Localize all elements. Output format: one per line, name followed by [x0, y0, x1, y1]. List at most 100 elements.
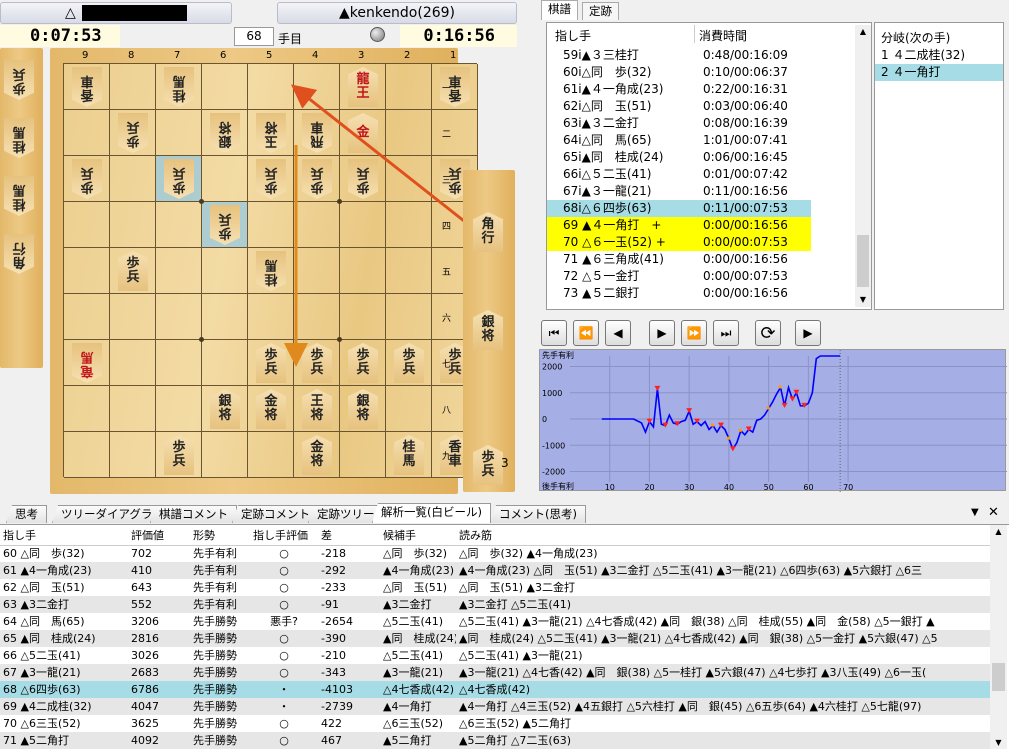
analysis-row[interactable]: 65 ▲同 桂成(24) 2816 先手勝勢 ○ -390 ▲同 桂成(24) ▲同 桂成(…: [0, 630, 990, 647]
kifu-row[interactable]: 65i▲同 桂成(24) 0:06/00:16:45: [547, 149, 811, 166]
graph-x-tick: 20: [644, 483, 654, 492]
tab-kifu[interactable]: 棋譜: [541, 0, 578, 20]
shogi-piece[interactable]: 歩兵: [4, 60, 34, 100]
analysis-row[interactable]: 64 △同 馬(65) 3206 先手勝勢 悪手? -2654 △5二玉(41) △5二玉(…: [0, 613, 990, 630]
analysis-row[interactable]: 67 ▲3一龍(21) 2683 先手勝勢 ○ -343 ▲3一龍(21) ▲3一龍(21)…: [0, 664, 990, 681]
analysis-col-header[interactable]: 評価値: [128, 525, 190, 546]
analysis-row[interactable]: 69 ▲4二成桂(32) 4047 先手勝勢 ・ -2739 ▲4一角打 ▲4一角打 △4三…: [0, 698, 990, 715]
scroll-down-icon[interactable]: ▼: [990, 736, 1007, 749]
shogi-piece[interactable]: 角行: [473, 212, 503, 252]
analysis-col-header[interactable]: 読み筋: [456, 525, 990, 546]
bottom-tab[interactable]: 思考: [6, 505, 47, 523]
analysis-table[interactable]: 指し手 評価値 形勢 指し手評価差候補手 読み筋 60 △同 歩(32) 702 先手有利 ○…: [0, 525, 990, 749]
kifu-move: 73 ▲５二銀打: [563, 286, 640, 300]
kifu-row[interactable]: 61i▲４一角成(23) 0:22/00:16:31: [547, 81, 811, 98]
kifu-row[interactable]: 67i▲３一龍(21) 0:11/00:16:56: [547, 183, 811, 200]
bottom-tab[interactable]: 解析一覧(白ビール): [372, 503, 491, 523]
prev-move-button[interactable]: ◀: [605, 320, 631, 346]
analysis-row[interactable]: 66 △5二玉(41) 3026 先手勝勢 ○ -210 △5二玉(41) △5二玉(41)…: [0, 647, 990, 664]
kifu-row[interactable]: 63i▲３二金打 0:08/00:16:39: [547, 115, 811, 132]
scroll-thumb[interactable]: [857, 235, 869, 287]
piece-glyph: 将: [481, 329, 495, 344]
bottom-tab[interactable]: コメント(思考): [490, 505, 586, 523]
analysis-cell: 先手有利: [193, 546, 237, 560]
analysis-row[interactable]: 60 △同 歩(32) 702 先手有利 ○ -218 △同 歩(32) △同 歩(32) …: [0, 545, 990, 562]
forward-button[interactable]: ⏩: [681, 320, 707, 346]
analysis-row[interactable]: 68 △6四歩(63) 6786 先手勝勢 ・ -4103 △4七香成(42) △4七香成(…: [0, 681, 990, 698]
kifu-row[interactable]: 59i▲３三桂打 0:48/00:16:09: [547, 47, 811, 64]
shogi-piece[interactable]: 歩兵: [473, 445, 503, 485]
eval-point-marker: [646, 418, 653, 424]
next-move-button[interactable]: ▶: [649, 320, 675, 346]
kifu-time: 1:01/00:07:41: [703, 133, 788, 147]
rewind-button[interactable]: ⏪: [573, 320, 599, 346]
analysis-cell: ○: [279, 648, 289, 662]
shogi-piece[interactable]: 銀将: [473, 310, 503, 350]
kifu-row[interactable]: 73 ▲５二銀打 0:00/00:16:56: [547, 285, 811, 302]
kifu-row[interactable]: 68i△６四歩(63) 0:11/00:07:53: [547, 200, 811, 217]
kifu-move: 66i△５二玉(41): [563, 167, 652, 181]
kifu-row[interactable]: 66i△５二玉(41) 0:01/00:07:42: [547, 166, 811, 183]
kifu-row[interactable]: 69 ▲４一角打 + 0:00/00:16:56: [547, 217, 811, 234]
scroll-up-icon[interactable]: ▲: [990, 525, 1007, 539]
kifu-scrollbar[interactable]: ▲ ▼: [855, 25, 871, 307]
shogi-piece[interactable]: 桂馬: [4, 118, 34, 158]
analysis-cell: 643: [131, 580, 152, 594]
analysis-col-header[interactable]: 差: [318, 525, 380, 546]
shogi-piece[interactable]: 桂馬: [4, 176, 34, 216]
play-button[interactable]: ▶: [795, 320, 821, 346]
kifu-move: 62i△同 玉(51): [563, 99, 652, 113]
kifu-list[interactable]: 指し手 消費時間 59i▲３三桂打 0:48/00:16:09 60i△同 歩(32…: [546, 22, 872, 310]
hand-count: 3: [501, 456, 509, 470]
analysis-cell: ▲5二角打 △7二玉(63): [459, 733, 571, 747]
analysis-cell: 68 △6四歩(63): [3, 682, 81, 696]
scroll-thumb[interactable]: [992, 663, 1005, 691]
kifu-row[interactable]: 71 ▲６三角成(41) 0:00/00:16:56: [547, 251, 811, 268]
analysis-col-header[interactable]: 候補手: [380, 525, 456, 546]
kifu-move: 65i▲同 桂成(24): [563, 150, 664, 164]
shogi-piece[interactable]: 角行: [4, 234, 34, 274]
bottom-tab[interactable]: 定跡コメント: [232, 505, 319, 523]
bottom-tab[interactable]: 棋譜コメント: [150, 505, 237, 523]
analysis-row[interactable]: 61 ▲4一角成(23) 410 先手有利 ○ -292 ▲4一角成(23) ▲4一角成(2…: [0, 562, 990, 579]
move-arrows: [284, 84, 479, 367]
kifu-row[interactable]: 70 △６一玉(52) + 0:00/00:07:53: [547, 234, 811, 251]
branch-item[interactable]: 2 ４一角打: [875, 64, 1003, 81]
last-move-button[interactable]: ⏭: [713, 320, 739, 346]
kifu-move: 59i▲３三桂打: [563, 48, 639, 62]
analysis-row[interactable]: 62 △同 玉(51) 643 先手有利 ○ -233 △同 玉(51) △同 玉(51) …: [0, 579, 990, 596]
analysis-row[interactable]: 71 ▲5二角打 4092 先手勝勢 ○ 467 ▲5二角打 ▲5二角打 △7二玉(63): [0, 732, 990, 749]
dropdown-icon[interactable]: ▼: [971, 507, 979, 518]
kifu-row[interactable]: 62i△同 玉(51) 0:03/00:06:40: [547, 98, 811, 115]
first-move-button[interactable]: ⏮: [541, 320, 567, 346]
scroll-up-icon[interactable]: ▲: [855, 25, 871, 39]
kifu-move: 69 ▲４一角打 +: [563, 218, 662, 232]
graph-x-tick: 30: [684, 483, 694, 492]
analysis-cell: ▲4一角打 △4三玉(52) ▲4五銀打 △5六桂打 ▲同 銀(45) △6五歩…: [459, 699, 922, 713]
analysis-col-header[interactable]: 指し手評価: [250, 525, 318, 546]
kifu-row[interactable]: 64i△同 馬(65) 1:01/00:07:41: [547, 132, 811, 149]
kifu-row[interactable]: 72 △５一金打 0:00/00:07:53: [547, 268, 811, 285]
kifu-time: 0:11/00:07:53: [703, 201, 788, 215]
analysis-cell: -4103: [321, 682, 353, 696]
analysis-col-header[interactable]: 指し手: [0, 525, 128, 546]
branch-item[interactable]: 1 ４二成桂(32): [875, 47, 1003, 64]
flip-board-button[interactable]: ⟳: [755, 320, 781, 346]
analysis-col-header[interactable]: 形勢: [190, 525, 250, 546]
close-icon[interactable]: ✕: [988, 505, 999, 520]
bottom-tab[interactable]: 定跡ツリー: [308, 505, 384, 523]
analysis-row[interactable]: 63 ▲3二金打 552 先手有利 ○ -91 ▲3二金打 ▲3二金打 △5二玉(41): [0, 596, 990, 613]
analysis-scrollbar[interactable]: ▲ ▼: [990, 525, 1007, 749]
analysis-row[interactable]: 70 △6三玉(52) 3625 先手勝勢 ○ 422 △6三玉(52) △6三玉(52) …: [0, 715, 990, 732]
analysis-cell: ▲3二金打: [383, 597, 432, 611]
eval-graph[interactable]: 2000 1000 0 -1000 -2000 10 20 30 40 50 60 70 先手有利 後…: [539, 349, 1007, 492]
analysis-cell: ▲4一角成(23) △同 玉(51) ▲3二金打 △5二玉(41) ▲3一龍(2…: [459, 563, 923, 577]
tab-joseki[interactable]: 定跡: [582, 2, 619, 20]
analysis-cell: ○: [279, 733, 289, 747]
analysis-cell: 62 △同 玉(51): [3, 580, 85, 594]
branch-list[interactable]: 分岐(次の手) 1 ４二成桂(32) 2 ４一角打: [874, 22, 1004, 310]
graph-y-tick: -2000: [542, 468, 565, 477]
scroll-down-icon[interactable]: ▼: [855, 293, 871, 307]
analysis-cell: 3026: [131, 648, 159, 662]
kifu-row[interactable]: 60i△同 歩(32) 0:10/00:06:37: [547, 64, 811, 81]
